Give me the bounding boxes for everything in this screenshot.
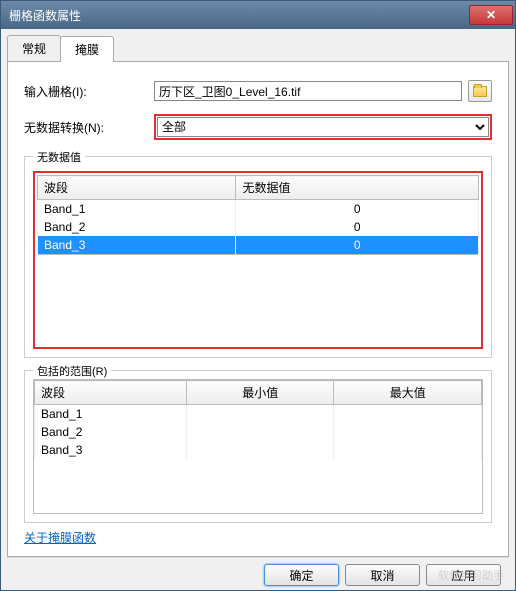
col-band[interactable]: 波段 <box>35 381 187 405</box>
table-row-selected[interactable]: Band_3 0 <box>38 236 479 255</box>
table-row[interactable]: Band_1 <box>35 405 482 424</box>
cancel-button[interactable]: 取消 <box>345 564 420 586</box>
apply-button[interactable]: 应用 <box>426 564 501 586</box>
tab-bar: 常规 掩膜 <box>7 35 509 62</box>
nodata-table[interactable]: 波段 无数据值 Band_1 0 Band_2 0 <box>37 175 479 255</box>
tab-mask[interactable]: 掩膜 <box>60 36 114 62</box>
titlebar: 栅格函数属性 ✕ <box>1 1 515 29</box>
col-nodata-value[interactable]: 无数据值 <box>236 176 479 200</box>
dialog-body: 常规 掩膜 输入栅格(I): 无数据转换(N): 全部 无数据值 <box>1 29 515 590</box>
tab-general[interactable]: 常规 <box>7 35 61 61</box>
close-icon: ✕ <box>486 8 496 22</box>
row-nodata-transform: 无数据转换(N): 全部 <box>24 114 492 140</box>
extent-table[interactable]: 波段 最小值 最大值 Band_1 Band_2 <box>34 380 482 459</box>
table-row[interactable]: Band_1 0 <box>38 200 479 219</box>
col-max[interactable]: 最大值 <box>334 381 482 405</box>
nodata-transform-highlight: 全部 <box>154 114 492 140</box>
group-extent-legend: 包括的范围(R) <box>33 363 111 379</box>
col-band[interactable]: 波段 <box>38 176 236 200</box>
ok-button[interactable]: 确定 <box>264 564 339 586</box>
input-raster-label: 输入栅格(I): <box>24 83 154 100</box>
table-row[interactable]: Band_2 <box>35 423 482 441</box>
group-included-extent: 包括的范围(R) 波段 最小值 最大值 Band_1 <box>24 370 492 523</box>
dialog-footer: 确定 取消 应用 <box>7 557 509 590</box>
nodata-table-highlight: 波段 无数据值 Band_1 0 Band_2 0 <box>33 171 483 349</box>
group-nodata-legend: 无数据值 <box>33 149 85 165</box>
window-title: 栅格函数属性 <box>9 7 469 24</box>
nodata-transform-select[interactable]: 全部 <box>157 117 489 137</box>
input-raster-field[interactable] <box>154 81 462 101</box>
dialog-window: 栅格函数属性 ✕ 常规 掩膜 输入栅格(I): 无数据转换(N): 全部 <box>0 0 516 591</box>
folder-icon <box>473 86 487 97</box>
about-mask-link[interactable]: 关于掩膜函数 <box>24 529 492 546</box>
nodata-transform-label: 无数据转换(N): <box>24 119 154 136</box>
table-row[interactable]: Band_2 0 <box>38 218 479 236</box>
browse-button[interactable] <box>468 80 492 102</box>
col-min[interactable]: 最小值 <box>186 381 334 405</box>
table-header-row: 波段 最小值 最大值 <box>35 381 482 405</box>
table-row[interactable]: Band_3 <box>35 441 482 459</box>
table-header-row: 波段 无数据值 <box>38 176 479 200</box>
row-input-raster: 输入栅格(I): <box>24 80 492 102</box>
close-button[interactable]: ✕ <box>469 5 513 25</box>
tab-content-mask: 输入栅格(I): 无数据转换(N): 全部 无数据值 <box>7 62 509 557</box>
group-nodata-values: 无数据值 波段 无数据值 Band_1 0 <box>24 156 492 358</box>
